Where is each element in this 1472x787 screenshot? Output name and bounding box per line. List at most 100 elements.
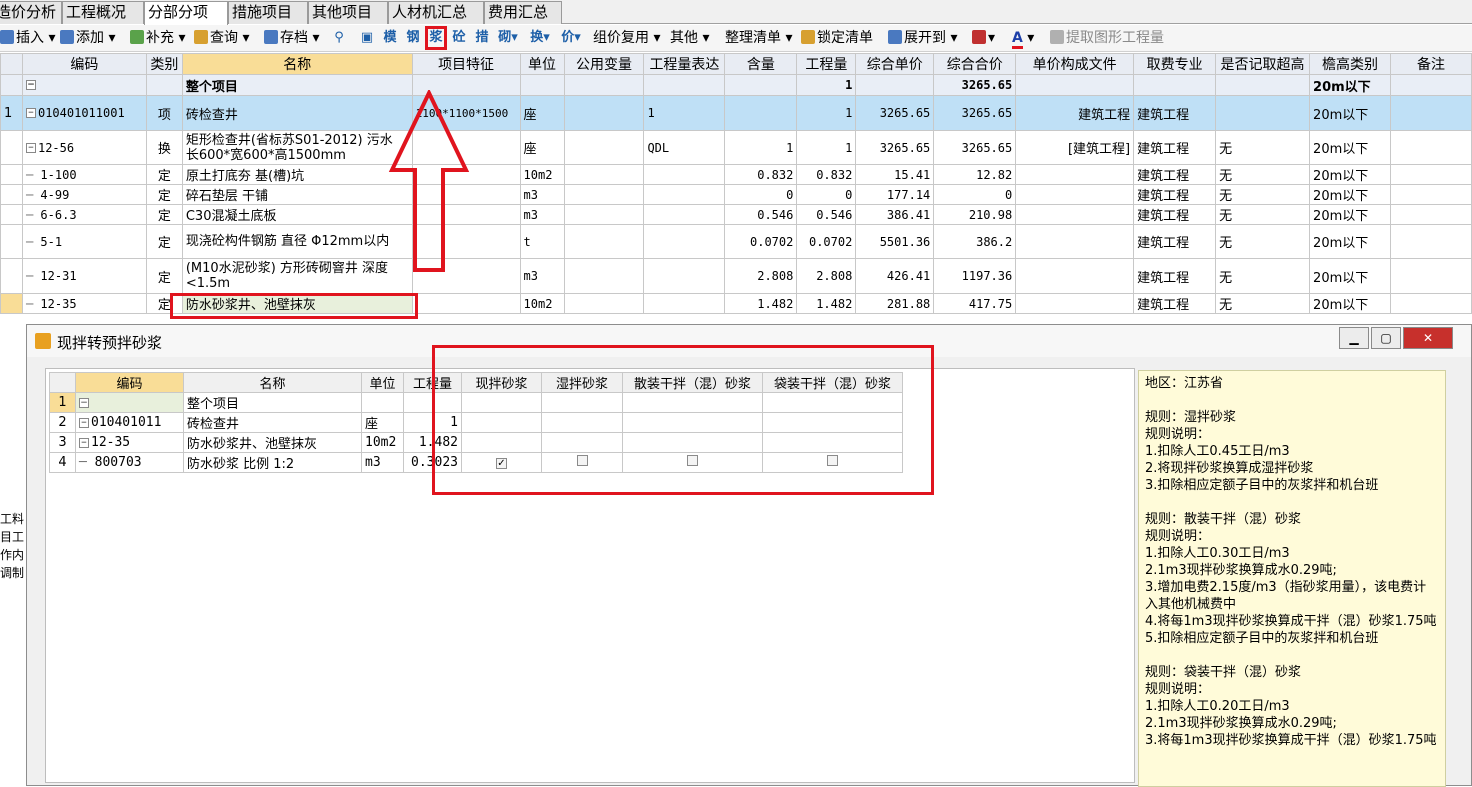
row-price-file: [建筑工程] — [1015, 130, 1135, 165]
swap-icon[interactable]: 换▾ — [528, 29, 552, 47]
row-content: 1.482 — [724, 293, 798, 314]
col-header-qty-expr[interactable]: 工程量表达 — [643, 53, 726, 75]
bookmark-icon[interactable]: ▣ — [358, 29, 376, 47]
col-header-unit-price[interactable]: 综合单价 — [855, 53, 935, 75]
tab-measures[interactable]: 措施项目 — [228, 1, 308, 24]
close-button[interactable]: ✕ — [1403, 327, 1453, 349]
col-header-over-height[interactable]: 是否记取超高 — [1215, 53, 1311, 75]
row-eave-height: 20m以下 — [1309, 164, 1391, 185]
query-button[interactable]: 查询 ▾ — [194, 28, 249, 49]
lock-list-button[interactable]: 锁定清单 — [801, 28, 873, 49]
collapse-toggle-icon[interactable]: − — [25, 143, 36, 153]
concrete-icon[interactable]: 砼 — [450, 29, 468, 47]
row-over-height: 无 — [1215, 258, 1311, 294]
col-header-eave-height[interactable]: 檐高类别 — [1309, 53, 1391, 75]
minimize-button[interactable]: ▁ — [1339, 327, 1369, 349]
tab-other-items[interactable]: 其他项目 — [308, 1, 388, 24]
other-label: 其他 — [670, 30, 698, 46]
row-fee-specialty: 建筑工程 — [1133, 95, 1217, 131]
row-quantity: 1 — [796, 74, 857, 96]
measure-icon[interactable]: 措 — [473, 29, 491, 47]
masonry-icon[interactable]: 砌▾ — [496, 29, 520, 47]
table-row[interactable]: ─ 5-1 定 现浇砼构件钢筋 直径 Φ12mm以内 t 0.0702 0.07… — [0, 224, 1472, 259]
table-row[interactable]: −12-56 换 矩形检查井(省标苏S01-2012) 污水 长600*宽600… — [0, 130, 1472, 165]
highlight-mortar-button — [425, 26, 447, 50]
price-icon[interactable]: 价▾ — [559, 29, 583, 47]
row-category: 定 — [145, 204, 183, 225]
tree-line: ─ — [25, 296, 41, 311]
col-header-total-price[interactable]: 综合合价 — [933, 53, 1017, 75]
table-row[interactable]: 1 −010401011001 项 砖检查井 1100*1100*1500 座 … — [0, 95, 1472, 131]
col-header-remarks[interactable]: 备注 — [1389, 53, 1472, 75]
steel-icon[interactable]: 钢 — [404, 29, 422, 47]
expand-to-button[interactable]: 展开到 ▾ — [888, 28, 957, 49]
insert-button[interactable]: 插入 ▾ — [0, 28, 55, 49]
collapse-toggle-icon[interactable]: − — [79, 417, 89, 428]
collapse-toggle-icon[interactable]: − — [25, 80, 36, 90]
col-header-name[interactable]: 名称 — [183, 372, 362, 393]
col-header-price-file[interactable]: 单价构成文件 — [1015, 53, 1135, 75]
row-name: 矩形检查井(省标苏S01-2012) 污水 长600*宽600*高1500mm — [181, 130, 413, 165]
save-button[interactable]: 存档 ▾ — [264, 28, 319, 49]
row-unit: m3 — [519, 184, 565, 205]
extract-quantity-button[interactable]: 提取图形工程量 — [1050, 28, 1164, 49]
collapse-toggle-icon[interactable]: − — [25, 108, 36, 118]
row-eave-height: 20m以下 — [1309, 258, 1391, 294]
col-header-quantity[interactable]: 工程量 — [796, 53, 857, 75]
find-icon[interactable]: ⚲ — [330, 29, 348, 47]
row-code: −12-56 — [21, 130, 147, 165]
tab-fee-summary[interactable]: 费用汇总 — [484, 1, 562, 24]
row-code: ─ 6-6.3 — [21, 204, 147, 225]
app-icon — [35, 333, 51, 349]
col-header-code[interactable]: 编码 — [21, 53, 147, 75]
supplement-button[interactable]: 补充 ▾ — [130, 28, 185, 49]
collapse-toggle-icon[interactable]: − — [79, 397, 89, 408]
row-unit: m3 — [519, 258, 565, 294]
row-fee-specialty: 建筑工程 — [1133, 224, 1217, 259]
collapse-toggle-icon[interactable]: − — [79, 437, 89, 448]
row-code-text: 010401011 — [91, 415, 162, 430]
template-icon[interactable]: 模 — [381, 29, 399, 47]
tab-sub-items[interactable]: 分部分项 — [144, 1, 228, 25]
row-total: 417.75 — [933, 293, 1017, 314]
row-content: 0 — [724, 184, 798, 205]
col-header-features[interactable]: 项目特征 — [411, 53, 521, 75]
font-color-button[interactable]: A ▾ — [1012, 28, 1034, 49]
lock-icon — [801, 30, 815, 44]
organize-list-button[interactable]: 整理清单 ▾ — [725, 28, 792, 49]
col-header-fee-specialty[interactable]: 取费专业 — [1133, 53, 1217, 75]
left-panel-label: 调制 — [0, 566, 25, 580]
tab-project-overview[interactable]: 工程概况 — [62, 1, 144, 24]
tree-line: ─ — [25, 207, 41, 222]
table-row[interactable]: ─ 6-6.3 定 C30混凝土底板 m3 0.546 0.546 386.41… — [0, 204, 1472, 225]
col-header-content[interactable]: 含量 — [724, 53, 798, 75]
row-fee-specialty: 建筑工程 — [1133, 204, 1217, 225]
row-over-height: 无 — [1215, 293, 1311, 314]
save-label: 存档 — [280, 30, 308, 46]
tab-labor-material-summary[interactable]: 人材机汇总 — [388, 1, 484, 24]
row-index: 3 — [49, 432, 76, 453]
maximize-button[interactable]: ▢ — [1371, 327, 1401, 349]
sub-items-table: 编码 类别 名称 项目特征 单位 公用变量 工程量表达 含量 工程量 综合单价 … — [0, 53, 1472, 314]
left-side-panel: 工料 目工 作内 调制 — [0, 510, 24, 582]
table-row[interactable]: ─ 4-99 定 碎石垫层 干铺 m3 0 0 177.14 0 建筑工程 无 … — [0, 184, 1472, 205]
table-row[interactable]: − 整个项目 1 3265.65 20m以下 — [0, 74, 1472, 96]
add-button[interactable]: 添加 ▾ — [60, 28, 115, 49]
reuse-button[interactable]: 组价复用 ▾ — [593, 28, 660, 49]
col-header-unit[interactable]: 单位 — [519, 53, 565, 75]
col-header-unit[interactable]: 单位 — [361, 372, 404, 393]
tab-cost-analysis[interactable]: 造价分析 — [0, 1, 62, 24]
row-unit-price: 5501.36 — [855, 224, 935, 259]
query-icon — [194, 30, 208, 44]
table-row[interactable]: ─ 12-31 定 (M10水泥砂浆) 方形砖砌窨井 深度<1.5m m3 2.… — [0, 258, 1472, 294]
other-button[interactable]: 其他 ▾ — [670, 28, 709, 49]
tree-line: ─ — [25, 269, 41, 283]
fill-color-button[interactable]: ▾ — [972, 28, 995, 49]
col-header-code[interactable]: 编码 — [75, 372, 184, 393]
col-header-shared-var[interactable]: 公用变量 — [563, 53, 645, 75]
table-row[interactable]: ─ 1-100 定 原土打底夯 基(槽)坑 10m2 0.832 0.832 1… — [0, 164, 1472, 185]
row-index: 2 — [49, 412, 76, 433]
col-header-category[interactable]: 类别 — [145, 53, 183, 75]
row-code: ─ 12-35 — [21, 293, 147, 314]
col-header-name[interactable]: 名称 — [181, 53, 413, 75]
